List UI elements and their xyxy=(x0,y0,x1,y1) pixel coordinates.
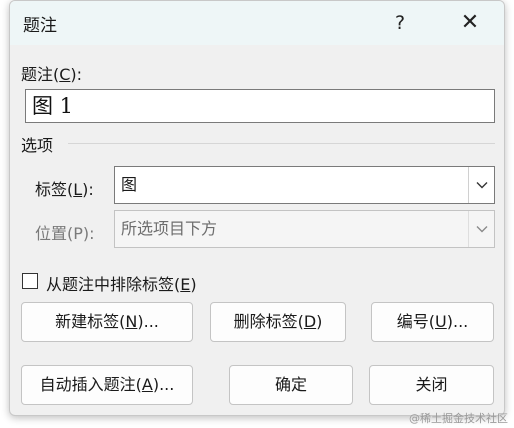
position-field-label: 位置(P): xyxy=(35,224,95,243)
exclude-label-checkbox[interactable] xyxy=(22,273,38,289)
label-select-value: 图 xyxy=(121,175,138,194)
position-select[interactable]: 所选项目下方 xyxy=(114,210,495,248)
caption-input[interactable]: 图 1 xyxy=(25,89,495,123)
options-group-label: 选项 xyxy=(21,136,54,155)
title-bar: 题注 ? ✕ xyxy=(10,1,504,45)
caption-label: 题注(C): xyxy=(21,65,83,84)
label-select[interactable]: 图 xyxy=(114,166,495,204)
new-label-button[interactable]: 新建标签(N)... xyxy=(21,302,193,342)
close-button[interactable]: 关闭 xyxy=(369,365,494,405)
chevron-down-icon[interactable] xyxy=(468,167,494,203)
exclude-label-text[interactable]: 从题注中排除标签(E) xyxy=(46,271,197,295)
watermark: @稀土掘金技术社区 xyxy=(409,412,508,425)
auto-caption-button[interactable]: 自动插入题注(A)... xyxy=(21,365,193,405)
dialog-title: 题注 xyxy=(23,16,57,36)
delete-label-button[interactable]: 删除标签(D) xyxy=(210,302,346,342)
label-field-label: 标签(L): xyxy=(35,180,94,199)
ok-button[interactable]: 确定 xyxy=(229,365,353,405)
options-group-divider xyxy=(68,143,495,144)
help-icon[interactable]: ? xyxy=(382,9,418,37)
chevron-down-icon[interactable] xyxy=(468,211,494,247)
close-icon[interactable]: ✕ xyxy=(452,9,488,37)
caption-dialog: 题注 ? ✕ 题注(C): 图 1 选项 标签(L): 图 位置(P): 所选项… xyxy=(9,0,505,416)
position-select-value: 所选项目下方 xyxy=(121,219,218,238)
numbering-button[interactable]: 编号(U)... xyxy=(371,302,494,342)
